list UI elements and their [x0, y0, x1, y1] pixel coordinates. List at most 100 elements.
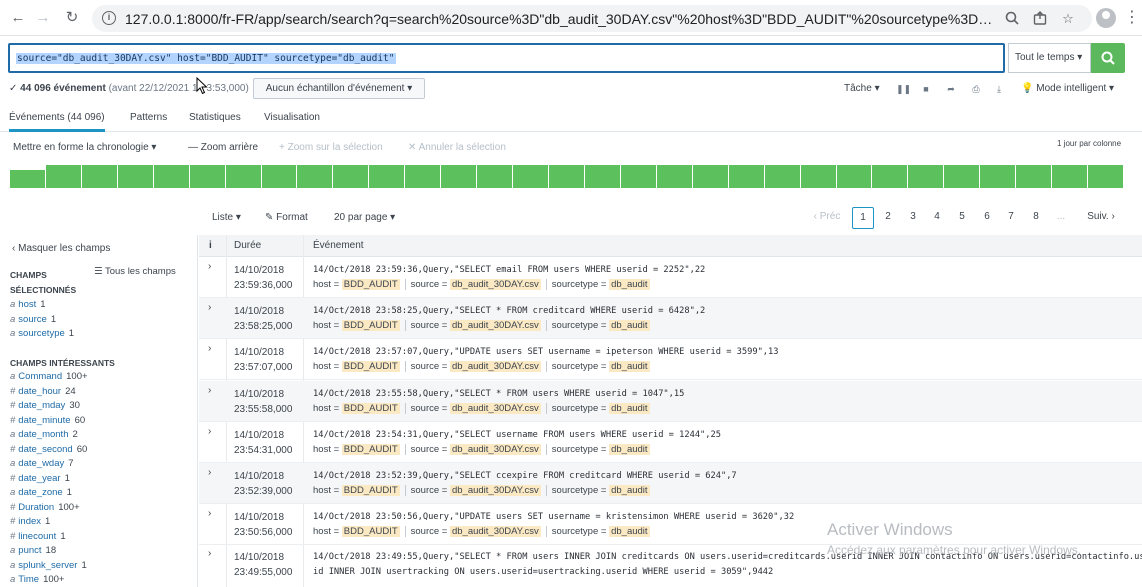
timeline-bar[interactable] — [405, 165, 442, 188]
event-raw-text[interactable]: 14/Oct/2018 23:58:25,Query,"SELECT * FRO… — [313, 304, 705, 319]
stop-icon[interactable]: ■ — [920, 83, 932, 95]
timeline-bar[interactable] — [692, 165, 729, 188]
field-item[interactable]: a Time 100+ — [10, 574, 64, 585]
share-icon[interactable] — [1032, 11, 1048, 27]
sourcetype-value[interactable]: db_audit — [609, 402, 650, 414]
forward-arrow-icon[interactable]: → — [33, 8, 53, 28]
page-8-button[interactable]: 8 — [1029, 207, 1043, 229]
field-item[interactable]: a Command 100+ — [10, 371, 88, 382]
event-sampling-dropdown[interactable]: Aucun échantillon d'événement ▾ — [253, 78, 425, 99]
source-value[interactable]: db_audit_30DAY.csv — [449, 279, 541, 291]
list-view-dropdown[interactable]: Liste ▾ — [212, 212, 241, 223]
page-6-button[interactable]: 6 — [980, 207, 994, 229]
page-5-button[interactable]: 5 — [955, 207, 969, 229]
timeline-bar[interactable] — [477, 165, 514, 188]
timeline-bar[interactable] — [513, 165, 550, 188]
per-page-dropdown[interactable]: 20 par page ▾ — [334, 212, 395, 223]
event-raw-text[interactable]: 14/Oct/2018 23:54:31,Query,"SELECT usern… — [313, 428, 721, 443]
sourcetype-value[interactable]: db_audit — [609, 485, 650, 497]
field-item[interactable]: a source 1 — [10, 314, 56, 325]
timeline-bar[interactable] — [261, 165, 298, 188]
field-item[interactable]: # index 1 — [10, 516, 50, 527]
table-row[interactable]: › 14/10/2018 23:54:31,000 14/Oct/2018 23:54… — [199, 422, 1142, 463]
timeline-bar[interactable] — [872, 165, 909, 188]
timeline-bar[interactable] — [656, 165, 693, 188]
timeline-bar[interactable] — [153, 165, 190, 188]
timeline-bar[interactable] — [1016, 165, 1053, 188]
table-row[interactable]: › 14/10/2018 23:50:56,000 14/Oct/2018 23:50… — [199, 504, 1142, 546]
timeline-bar[interactable] — [728, 165, 765, 188]
cancel-selection-button[interactable]: ✕ Annuler la sélection — [408, 142, 506, 153]
field-item[interactable]: a sourcetype 1 — [10, 328, 74, 339]
source-value[interactable]: db_audit_30DAY.csv — [449, 361, 541, 373]
page-7-button[interactable]: 7 — [1004, 207, 1018, 229]
expand-chevron-icon[interactable]: › — [208, 385, 211, 396]
timeline-bar[interactable] — [117, 165, 154, 188]
field-item[interactable]: # date_hour 24 — [10, 386, 76, 397]
bookmark-star-icon[interactable]: ☆ — [1060, 11, 1076, 27]
job-menu[interactable]: Tâche ▾ — [844, 83, 880, 94]
timeline-bar[interactable] — [10, 170, 46, 188]
field-item[interactable]: a splunk_server 1 — [10, 560, 87, 571]
field-item[interactable]: a date_month 2 — [10, 429, 78, 440]
event-raw-text[interactable]: 14/Oct/2018 23:55:58,Query,"SELECT * FRO… — [313, 387, 684, 402]
format-button[interactable]: ✎ Format — [265, 212, 308, 223]
host-value[interactable]: BDD_AUDIT — [341, 485, 400, 497]
event-raw-text[interactable]: 14/Oct/2018 23:50:56,Query,"UPDATE users… — [313, 510, 794, 525]
timeline-bar[interactable] — [980, 165, 1017, 188]
expand-chevron-icon[interactable]: › — [208, 426, 211, 437]
expand-chevron-icon[interactable]: › — [208, 548, 211, 559]
timeline-bar[interactable] — [836, 165, 873, 188]
timeline-bar[interactable] — [549, 165, 585, 188]
search-button[interactable] — [1091, 43, 1125, 73]
sourcetype-value[interactable]: db_audit — [609, 320, 650, 332]
timeline-bar[interactable] — [764, 165, 801, 188]
event-raw-text[interactable]: 14/Oct/2018 23:52:39,Query,"SELECT ccexp… — [313, 469, 737, 484]
site-info-icon[interactable]: i — [102, 11, 116, 25]
timeline-bar[interactable] — [45, 165, 82, 188]
timeline-bar[interactable] — [944, 165, 981, 188]
host-value[interactable]: BDD_AUDIT — [341, 443, 400, 455]
prev-page-button[interactable]: ‹ Préc — [810, 207, 844, 229]
table-row[interactable]: › 14/10/2018 23:52:39,000 14/Oct/2018 23:52… — [199, 463, 1142, 504]
field-item[interactable]: # date_mday 30 — [10, 400, 80, 411]
table-row[interactable]: › 14/10/2018 23:55:58,000 14/Oct/2018 23:55… — [199, 380, 1142, 422]
host-value[interactable]: BDD_AUDIT — [341, 361, 400, 373]
source-value[interactable]: db_audit_30DAY.csv — [449, 526, 541, 538]
expand-chevron-icon[interactable]: › — [208, 343, 211, 354]
page-4-button[interactable]: 4 — [930, 207, 944, 229]
timeline-bar[interactable] — [333, 165, 370, 188]
next-page-button[interactable]: Suiv. › — [1082, 207, 1120, 229]
timeline-bar[interactable] — [297, 165, 334, 188]
event-timeline[interactable] — [10, 165, 1124, 188]
timeline-bar[interactable] — [189, 165, 226, 188]
hide-fields-button[interactable]: ‹ Masquer les champs — [12, 243, 110, 254]
page-1-button[interactable]: 1 — [852, 207, 874, 229]
url-text[interactable]: 127.0.0.1:8000/fr-FR/app/search/search?q… — [125, 11, 995, 27]
timeline-bar[interactable] — [369, 165, 406, 188]
event-raw-text[interactable]: 14/Oct/2018 23:57:07,Query,"UPDATE users… — [313, 345, 779, 360]
search-query-text[interactable]: source="db_audit_30DAY.csv" host="BDD_AU… — [16, 53, 396, 64]
source-value[interactable]: db_audit_30DAY.csv — [449, 443, 541, 455]
all-fields-button[interactable]: ☰ Tous les champs — [94, 266, 176, 277]
field-item[interactable]: a punct 18 — [10, 545, 56, 556]
timeline-bar[interactable] — [800, 165, 837, 188]
table-row[interactable]: › 14/10/2018 23:58:25,000 14/Oct/2018 23:58… — [199, 298, 1142, 340]
search-input[interactable]: source="db_audit_30DAY.csv" host="BDD_AU… — [8, 43, 1005, 73]
expand-chevron-icon[interactable]: › — [208, 261, 211, 272]
source-value[interactable]: db_audit_30DAY.csv — [449, 402, 541, 414]
field-item[interactable]: a date_zone 1 — [10, 487, 72, 498]
page-3-button[interactable]: 3 — [906, 207, 920, 229]
host-value[interactable]: BDD_AUDIT — [341, 402, 400, 414]
sourcetype-value[interactable]: db_audit — [609, 526, 650, 538]
field-item[interactable]: # Duration 100+ — [10, 502, 80, 513]
zoom-selection-button[interactable]: + Zoom sur la sélection — [279, 142, 383, 153]
timeline-bar[interactable] — [584, 165, 621, 188]
field-item[interactable]: # date_minute 60 — [10, 415, 85, 426]
time-range-picker[interactable]: Tout le temps ▾ — [1008, 43, 1091, 73]
host-value[interactable]: BDD_AUDIT — [341, 320, 400, 332]
print-icon[interactable]: ⎙ — [970, 83, 982, 95]
zoom-icon[interactable] — [1004, 11, 1020, 27]
table-row[interactable]: › 14/10/2018 23:59:36,000 14/Oct/2018 23:59… — [199, 257, 1142, 298]
timeline-bar[interactable] — [620, 165, 657, 188]
